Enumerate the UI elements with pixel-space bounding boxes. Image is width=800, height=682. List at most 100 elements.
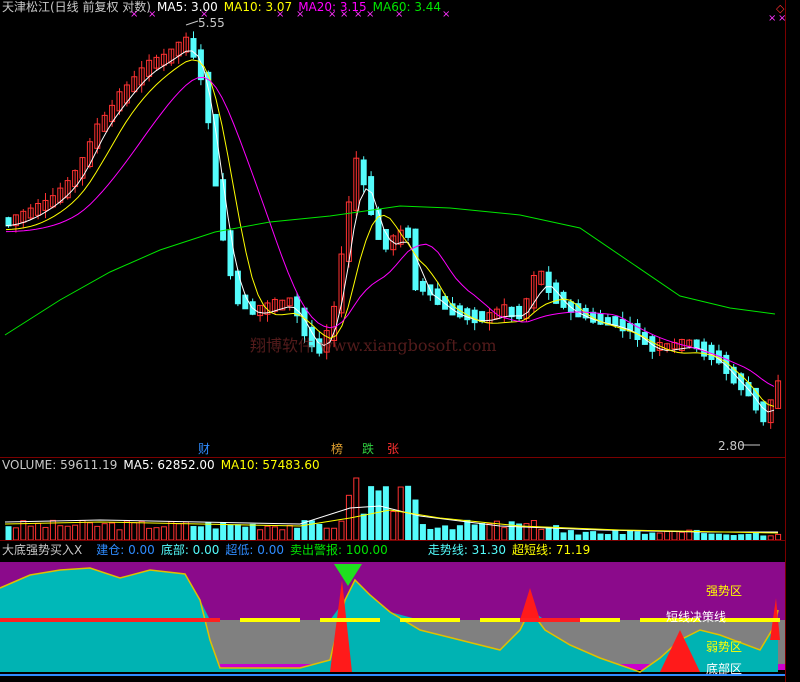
volume-bar <box>656 532 663 541</box>
zone-strong-label: 强势区 <box>706 584 743 598</box>
price-chart-pane[interactable]: 天津松江(日线 前复权 对数) MA5: 3.00 MA10: 3.07 MA20: … <box>0 0 800 458</box>
volume-bar <box>205 522 212 541</box>
signal-marker: × <box>366 9 374 20</box>
volume-bar <box>530 520 537 541</box>
volume-bar <box>353 477 360 541</box>
indicator-pane[interactable]: 大底强势买入X 建仓: 0.00 底部: 0.00 超低: 0.00 卖出警报: 100… <box>0 540 800 682</box>
low-price-label: 2.80 <box>718 439 745 453</box>
volume-bar <box>79 519 86 541</box>
volume-bar <box>471 524 478 541</box>
price-candle <box>545 271 552 293</box>
volume-pane[interactable]: VOLUME: 59611.19 MA5: 62852.00 MA10: 57483… <box>0 458 800 541</box>
volume-bar <box>138 520 145 541</box>
price-candle <box>227 230 234 277</box>
zone-decision-label: 短线决策线 <box>666 610 727 624</box>
volume-bar <box>412 499 419 541</box>
volume-bar <box>242 526 249 541</box>
volume-bar <box>212 528 219 541</box>
volume-bar <box>294 527 301 541</box>
volume-bar <box>123 520 130 541</box>
volume-bar <box>442 525 449 541</box>
volume-bar <box>323 527 330 541</box>
ma5-line <box>5 50 775 413</box>
volume-bar <box>101 523 108 541</box>
volume-bar <box>5 526 12 541</box>
high-arrow <box>185 20 199 26</box>
volume-bar <box>434 527 441 541</box>
event-tag-cai[interactable]: 财 <box>197 442 211 456</box>
price-candle <box>360 159 367 186</box>
volume-bar <box>375 490 382 541</box>
volume-bar <box>234 524 241 541</box>
volume-bar <box>649 532 656 541</box>
decision-line-segment <box>400 618 460 622</box>
volume-bar <box>271 526 278 541</box>
volume-bar <box>27 525 34 541</box>
volume-bar <box>116 529 123 541</box>
price-candle <box>612 316 619 327</box>
decision-line-red <box>0 618 200 622</box>
event-tag-die[interactable]: 跌 <box>361 442 375 456</box>
signal-marker: × <box>442 9 450 20</box>
volume-bar <box>560 532 567 541</box>
volume-bar <box>109 522 116 541</box>
volume-bar <box>257 529 264 541</box>
signal-marker: × <box>276 9 284 20</box>
event-tag-bang[interactable]: 榜 <box>330 442 344 456</box>
event-tag-zhang[interactable]: 张 <box>386 442 400 456</box>
volume-bar <box>479 523 486 541</box>
volume-bar <box>501 527 508 541</box>
volume-bar <box>634 531 641 541</box>
volume-bar <box>316 523 323 541</box>
volume-bar <box>168 521 175 541</box>
volume-bar <box>486 523 493 541</box>
signal-marker: × <box>328 9 336 20</box>
volume-bar <box>390 511 397 541</box>
price-candle <box>516 305 523 320</box>
volume-bar <box>456 525 463 541</box>
volume-bar <box>183 521 190 541</box>
price-candle <box>212 114 219 187</box>
volume-bar <box>538 528 545 541</box>
volume-bar <box>153 527 160 541</box>
price-candle <box>405 227 412 238</box>
volume-bar <box>220 522 227 541</box>
volume-bar <box>64 525 71 541</box>
volume-bar <box>671 530 678 541</box>
signal-marker: × <box>340 9 348 20</box>
volume-bar <box>57 525 64 541</box>
price-candle <box>294 296 301 317</box>
signal-marker: × <box>148 9 156 20</box>
decision-line-segment <box>320 618 380 622</box>
volume-bar <box>449 529 456 541</box>
volume-bar <box>678 531 685 541</box>
price-candle <box>760 401 767 423</box>
volume-bar <box>397 486 404 541</box>
signal-marker: × <box>296 9 304 20</box>
watermark: 翔博软件 www.xiangbosoft.com <box>250 336 497 355</box>
volume-bar <box>94 525 101 541</box>
volume-bar <box>382 486 389 541</box>
volume-bar <box>72 524 79 541</box>
zone-bottom-label: 底部区 <box>706 662 743 676</box>
ma60-line <box>4 205 776 336</box>
volume-bar <box>612 530 619 541</box>
volume-bar <box>338 520 345 541</box>
volume-bar <box>752 531 759 541</box>
volume-bar <box>286 524 293 541</box>
volume-bar <box>464 519 471 541</box>
price-candle <box>471 309 478 324</box>
volume-bar <box>279 529 286 541</box>
volume-bar <box>545 526 552 541</box>
price-candle <box>708 344 715 360</box>
price-plot: × × × × × × × × × × × × × <box>4 9 786 446</box>
corner-diamond-icon[interactable]: ◇ <box>776 2 784 15</box>
decision-line-segment <box>720 618 780 622</box>
volume-bar <box>86 522 93 541</box>
signal-marker: × <box>395 9 403 20</box>
volume-bar <box>190 526 197 541</box>
volume-bar <box>264 525 271 541</box>
price-candle <box>190 38 197 58</box>
volume-bar <box>567 530 574 541</box>
price-candle <box>508 306 515 318</box>
